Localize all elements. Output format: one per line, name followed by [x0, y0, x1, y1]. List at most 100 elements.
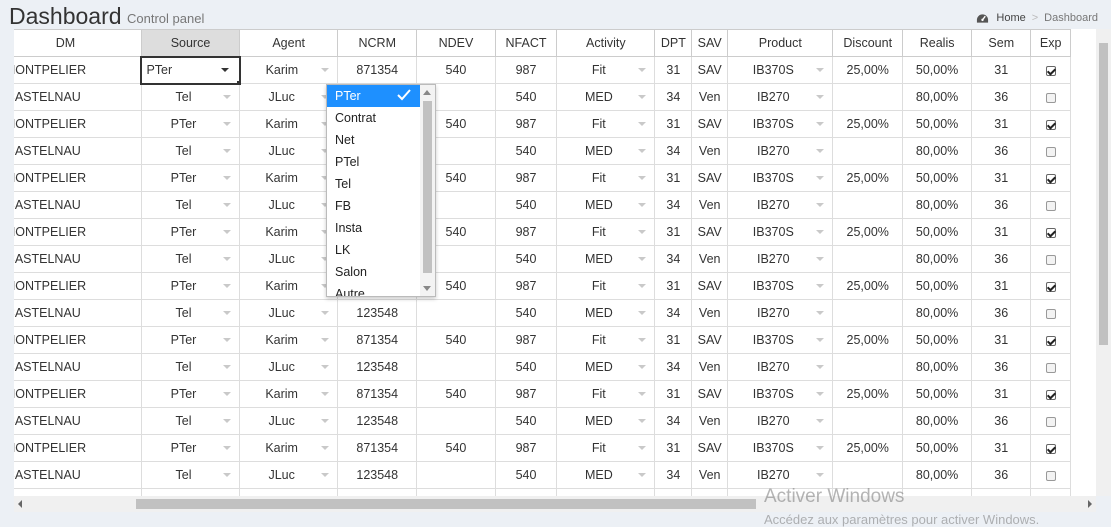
cell-sav[interactable]: Ven	[691, 191, 729, 219]
cell-realis[interactable]: 80,00%	[901, 353, 973, 381]
cell-activity[interactable]: MED	[556, 83, 656, 111]
cell-sav[interactable]: Ven	[691, 83, 729, 111]
activity-dropdown-cell[interactable]: Fit	[561, 279, 650, 293]
cell-sem[interactable]: 31	[971, 218, 1032, 246]
dropdown-scrollbar[interactable]	[420, 85, 435, 296]
chevron-down-icon[interactable]	[223, 419, 232, 423]
cell-sav[interactable]: Ven	[691, 461, 729, 489]
source-dropdown-cell[interactable]: PTer	[146, 333, 235, 347]
cell-source[interactable]: PTer	[140, 164, 241, 192]
chevron-down-icon[interactable]	[816, 176, 825, 180]
source-dropdown-cell[interactable]: PTer	[146, 387, 235, 401]
cell-agent[interactable]: JLuc	[239, 191, 339, 219]
cell-dpt[interactable]: 31	[654, 56, 693, 84]
cell-dpt[interactable]: 34	[654, 83, 693, 111]
cell-discount[interactable]: 25,00%	[832, 488, 903, 496]
cell-exp[interactable]	[1030, 164, 1071, 192]
column-header-sem[interactable]: Sem	[971, 29, 1032, 57]
cell-exp[interactable]	[1030, 218, 1071, 246]
dropdown-option[interactable]: Salon	[327, 261, 420, 283]
cell-exp[interactable]	[1030, 191, 1071, 219]
cell-realis[interactable]: 80,00%	[901, 83, 973, 111]
product-dropdown-cell[interactable]: IB270	[732, 144, 828, 158]
cell-activity[interactable]: MED	[556, 137, 656, 165]
cell-agent[interactable]: Karim	[239, 272, 339, 300]
cell-sem[interactable]: 36	[971, 83, 1032, 111]
chevron-down-icon[interactable]	[816, 68, 825, 72]
cell-product[interactable]: IB370S	[727, 56, 834, 84]
cell-dm[interactable]: T MONTPELIER	[14, 380, 142, 408]
cell-agent[interactable]: Karim	[239, 218, 339, 246]
cell-agent[interactable]: JLuc	[239, 83, 339, 111]
chevron-down-icon[interactable]	[223, 257, 232, 261]
chevron-down-icon[interactable]	[223, 473, 232, 477]
cell-nfact[interactable]: 987	[494, 326, 558, 354]
cell-nfact[interactable]: 540	[494, 461, 558, 489]
cell-product[interactable]: IB270	[727, 191, 834, 219]
cell-source[interactable]: Tel	[140, 191, 241, 219]
scroll-right-icon[interactable]	[1088, 500, 1092, 508]
chevron-down-icon[interactable]	[321, 419, 330, 423]
cell-ncrm[interactable]: 123548	[337, 299, 418, 327]
cell-dpt[interactable]: 31	[654, 218, 693, 246]
cell-realis[interactable]: 50,00%	[901, 56, 973, 84]
cell-sav[interactable]: SAV	[691, 272, 729, 300]
cell-activity[interactable]: Fit	[556, 380, 656, 408]
source-dropdown-cell[interactable]: PTer	[146, 117, 235, 131]
cell-sem[interactable]: 36	[971, 407, 1032, 435]
cell-product[interactable]: IB270	[727, 353, 834, 381]
chevron-down-icon[interactable]	[638, 68, 647, 72]
product-dropdown-cell[interactable]: IB370S	[732, 387, 828, 401]
cell-realis[interactable]: 50,00%	[901, 434, 973, 462]
product-dropdown-cell[interactable]: IB270	[732, 90, 828, 104]
cell-realis[interactable]: 80,00%	[901, 407, 973, 435]
cell-sem[interactable]: 31	[971, 110, 1032, 138]
chevron-down-icon[interactable]	[223, 95, 232, 100]
cell-sav[interactable]: SAV	[691, 434, 729, 462]
activity-dropdown-cell[interactable]: Fit	[561, 387, 650, 401]
cell-source[interactable]: PTer	[140, 434, 241, 462]
column-header-activity[interactable]: Activity	[556, 29, 656, 57]
cell-discount[interactable]: 25,00%	[832, 434, 903, 462]
exp-checkbox[interactable]	[1045, 227, 1056, 238]
agent-dropdown-cell[interactable]: JLuc	[244, 306, 333, 320]
cell-discount[interactable]	[832, 83, 903, 111]
cell-realis[interactable]: 50,00%	[901, 110, 973, 138]
chevron-down-icon[interactable]	[223, 284, 232, 288]
agent-dropdown-cell[interactable]: Karim	[245, 63, 334, 77]
cell-source[interactable]: Tel	[140, 353, 241, 381]
cell-ncrm[interactable]: 123548	[337, 353, 418, 381]
cell-product[interactable]: IB370S	[727, 380, 834, 408]
cell-agent[interactable]: Karim	[239, 56, 339, 84]
agent-dropdown-cell[interactable]: Karim	[244, 333, 333, 347]
product-dropdown-cell[interactable]: IB370S	[732, 333, 828, 347]
cell-activity[interactable]: Fit	[556, 218, 656, 246]
cell-nfact[interactable]: 987	[494, 56, 558, 84]
cell-dpt[interactable]: 34	[654, 191, 693, 219]
cell-sav[interactable]: SAV	[691, 380, 729, 408]
cell-dm[interactable]: K CASTELNAU	[14, 245, 142, 273]
vertical-scrollbar[interactable]	[1096, 29, 1111, 496]
cell-source[interactable]: PTer	[140, 488, 241, 496]
cell-sem[interactable]: 36	[971, 191, 1032, 219]
cell-product[interactable]: IB270	[727, 83, 834, 111]
cell-dpt[interactable]: 31	[654, 164, 693, 192]
cell-activity[interactable]: MED	[556, 407, 656, 435]
cell-source[interactable]: PTer	[140, 218, 241, 246]
product-dropdown-cell[interactable]: IB270	[732, 414, 828, 428]
cell-exp[interactable]	[1030, 353, 1071, 381]
cell-activity[interactable]: MED	[556, 191, 656, 219]
cell-source[interactable]: PTer	[140, 380, 241, 408]
chevron-down-icon[interactable]	[816, 365, 825, 369]
column-header-sav[interactable]: SAV	[691, 29, 729, 57]
scroll-down-icon[interactable]	[423, 286, 431, 291]
cell-exp[interactable]	[1030, 434, 1071, 462]
cell-activity[interactable]: Fit	[556, 110, 656, 138]
chevron-down-icon[interactable]	[816, 122, 825, 126]
cell-source[interactable]: PTer	[140, 110, 241, 138]
cell-ncrm[interactable]: 871354	[337, 56, 418, 84]
cell-dm[interactable]: K CASTELNAU	[14, 353, 142, 381]
activity-dropdown-cell[interactable]: MED	[561, 90, 650, 104]
cell-dm[interactable]: K CASTELNAU	[14, 83, 142, 111]
chevron-down-icon[interactable]	[223, 176, 232, 180]
